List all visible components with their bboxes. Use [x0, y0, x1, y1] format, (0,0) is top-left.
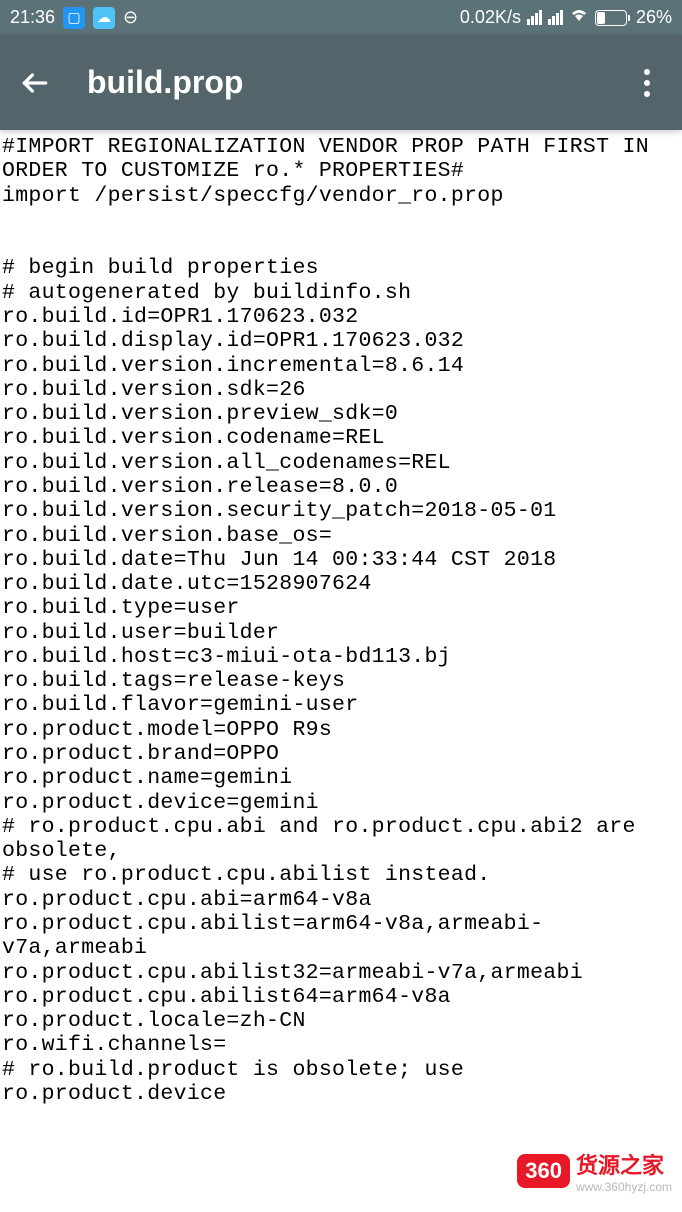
watermark-sub: www.360hyzj.com: [576, 1180, 672, 1194]
watermark: 360 货源之家 www.360hyzj.com: [517, 1148, 672, 1194]
notification-icon: ▢: [63, 7, 85, 29]
status-bar: 21:36 ▢ ☁ ⊖ 0.02K/s 26%: [0, 0, 682, 35]
status-right: 0.02K/s 26%: [460, 7, 672, 28]
watermark-badge: 360: [517, 1154, 570, 1188]
status-time: 21:36: [10, 7, 55, 28]
battery-icon: [595, 10, 630, 26]
signal-icon-2: [548, 10, 563, 25]
signal-icon-1: [527, 10, 542, 25]
page-title: build.prop: [87, 64, 627, 101]
status-left: 21:36 ▢ ☁ ⊖: [10, 7, 138, 29]
battery-percent: 26%: [636, 7, 672, 28]
do-not-disturb-icon: ⊖: [123, 7, 138, 28]
overflow-menu-button[interactable]: [627, 69, 667, 97]
watermark-main: 货源之家: [576, 1148, 672, 1180]
more-vert-icon: [644, 69, 650, 97]
wifi-icon: [569, 7, 589, 28]
data-speed: 0.02K/s: [460, 7, 521, 28]
cloud-icon: ☁: [93, 7, 115, 29]
app-bar: build.prop: [0, 35, 682, 130]
file-text-content[interactable]: #IMPORT REGIONALIZATION VENDOR PROP PATH…: [0, 130, 682, 1111]
back-button[interactable]: [15, 67, 55, 99]
